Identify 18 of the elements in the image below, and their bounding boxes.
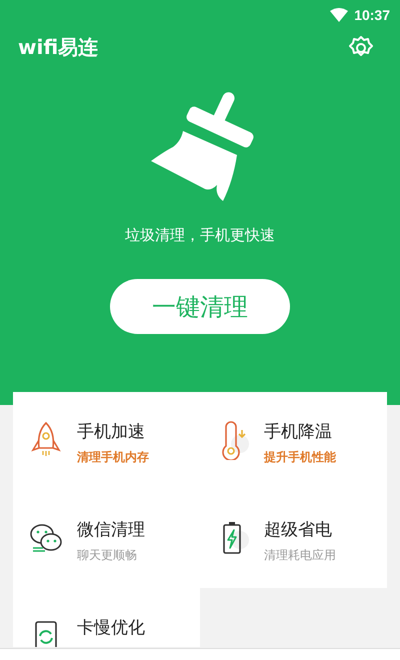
feature-title: 超级省电	[264, 519, 333, 541]
feature-subtitle: 提升手机性能	[264, 449, 336, 466]
feature-title: 微信清理	[77, 519, 145, 541]
feature-tile[interactable]: 手机降温 提升手机性能	[200, 392, 387, 490]
feature-subtitle: 清理手机内存	[77, 449, 149, 466]
feature-tile[interactable]: 微信清理 聊天更顺畅	[13, 490, 200, 588]
feature-tile[interactable]: 卡慢优化	[13, 588, 200, 647]
feature-title: 卡慢优化	[77, 617, 145, 639]
status-time: 10:37	[354, 7, 390, 23]
feature-subtitle: 清理耗电应用	[264, 547, 336, 564]
wifi-icon	[330, 8, 348, 22]
feature-tile[interactable]: 超级省电 清理耗电应用	[200, 490, 387, 588]
tagline: 垃圾清理，手机更快速	[125, 226, 275, 245]
app-title: wifi易连	[18, 34, 98, 61]
feature-tile[interactable]: 手机加速 清理手机内存	[13, 392, 200, 490]
feature-subtitle: 聊天更顺畅	[77, 547, 138, 564]
feature-title: 手机加速	[77, 421, 146, 443]
feature-title: 手机降温	[264, 421, 333, 443]
